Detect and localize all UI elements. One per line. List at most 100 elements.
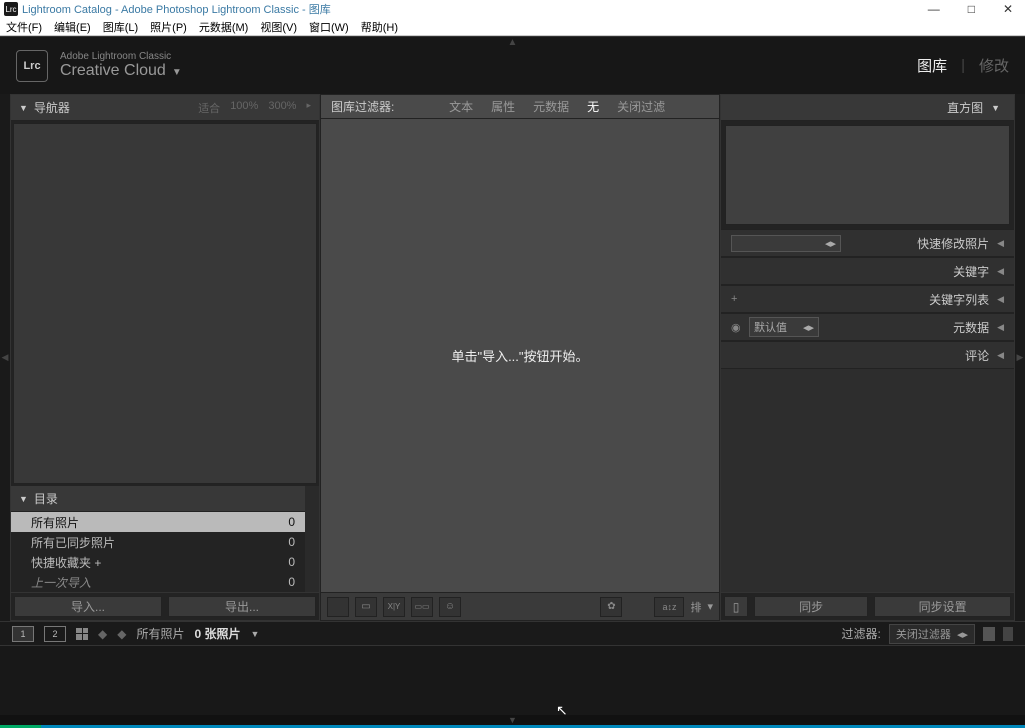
comments-label: 评论 xyxy=(731,347,989,364)
scrollbar[interactable] xyxy=(305,486,319,592)
quick-develop-header[interactable]: ◂▸ 快速修改照片 ◀ xyxy=(721,229,1014,257)
menu-bar: 文件(F) 编辑(E) 图库(L) 照片(P) 元数据(M) 视图(V) 窗口(… xyxy=(0,18,1025,36)
metadata-label: 元数据 xyxy=(819,319,989,336)
compare-view-button[interactable]: X|Y xyxy=(383,597,405,617)
zoom-fit[interactable]: 适合 xyxy=(198,100,220,116)
minimize-button[interactable]: — xyxy=(928,2,940,16)
export-button[interactable]: 导出... xyxy=(168,596,316,617)
histogram-header[interactable]: 直方图 ▼ xyxy=(721,95,1014,121)
metadata-preset-dropdown[interactable]: 默认值◂▸ xyxy=(749,317,819,337)
left-panel: ▼ 导航器 适合 100% 300% ▸ ▼ 目录 xyxy=(10,94,320,621)
menu-window[interactable]: 窗口(W) xyxy=(309,19,349,35)
window-titlebar: Lrc Lightroom Catalog - Adobe Photoshop … xyxy=(0,0,1025,18)
app-logo: Lrc xyxy=(16,50,48,82)
module-separator: | xyxy=(961,57,965,74)
zoom-300[interactable]: 300% xyxy=(268,100,296,116)
sync-settings-button[interactable]: 同步设置 xyxy=(874,596,1011,617)
quickdev-preset-dropdown[interactable]: ◂▸ xyxy=(731,235,841,252)
sort-direction-button[interactable]: a↕z xyxy=(654,597,684,617)
catalog-item-lastimport[interactable]: 上一次导入 0 xyxy=(11,572,305,592)
eye-icon[interactable]: ◉ xyxy=(731,321,745,334)
plus-icon[interactable]: + xyxy=(731,293,745,305)
right-panel-handle[interactable]: ▶ xyxy=(1015,94,1025,621)
left-panel-handle[interactable]: ◀ xyxy=(0,94,10,621)
grid-icon[interactable] xyxy=(76,628,88,640)
nav-back-button[interactable]: ◆ xyxy=(98,627,107,641)
grid-view-button[interactable] xyxy=(327,597,349,617)
navigator-header[interactable]: ▼ 导航器 适合 100% 300% ▸ xyxy=(11,95,319,121)
catalog-item-quick[interactable]: 快捷收藏夹 + 0 xyxy=(11,552,305,572)
brand-line2[interactable]: Creative Cloud▼ xyxy=(60,62,182,80)
histogram-title: 直方图 xyxy=(729,99,983,116)
catalog-item-label: 快捷收藏夹 + xyxy=(21,554,275,571)
collapse-top-icon[interactable]: ▲ xyxy=(508,37,518,48)
menu-metadata[interactable]: 元数据(M) xyxy=(199,19,249,35)
catalog-item-count: 0 xyxy=(275,575,295,589)
filter-text[interactable]: 文本 xyxy=(449,98,473,115)
chevron-icon[interactable]: ▸ xyxy=(306,100,311,116)
collapse-icon: ▼ xyxy=(991,103,1000,113)
collapse-icon: ◀ xyxy=(997,266,1004,277)
import-button[interactable]: 导入... xyxy=(14,596,162,617)
catalog-header[interactable]: ▼ 目录 xyxy=(11,486,305,512)
breadcrumb-source[interactable]: 所有照片 xyxy=(136,625,184,642)
grid-view-empty: 单击"导入..."按钮开始。 xyxy=(321,119,719,592)
catalog-item-count: 0 xyxy=(275,515,295,529)
module-develop[interactable]: 修改 xyxy=(979,55,1009,76)
second-window-button[interactable]: 2 xyxy=(44,626,66,642)
filter-preset-dropdown[interactable]: 关闭过滤器 ◂▸ xyxy=(889,624,975,644)
filmstrip-toggle[interactable] xyxy=(1003,627,1013,641)
app-icon: Lrc xyxy=(4,2,18,16)
navigator-title: 导航器 xyxy=(34,99,198,116)
keywords-header[interactable]: 关键字 ◀ xyxy=(721,257,1014,285)
chevron-down-icon: ▼ xyxy=(172,67,182,78)
filmstrip[interactable] xyxy=(0,645,1025,715)
breadcrumb-dropdown-icon[interactable]: ▼ xyxy=(251,629,260,639)
navigator-preview xyxy=(13,123,317,484)
survey-view-button[interactable]: ▭▭ xyxy=(411,597,433,617)
catalog-item-label: 上一次导入 xyxy=(21,574,275,591)
catalog-list: 所有照片 0 所有已同步照片 0 快捷收藏夹 + 0 上一次导入 xyxy=(11,512,305,592)
menu-file[interactable]: 文件(F) xyxy=(6,19,42,35)
sort-dropdown-icon[interactable]: ▾ xyxy=(707,600,713,613)
menu-help[interactable]: 帮助(H) xyxy=(361,19,398,35)
brand-line1: Adobe Lightroom Classic xyxy=(60,51,182,62)
identity-bar: ▲ Lrc Adobe Lightroom Classic Creative C… xyxy=(0,36,1025,94)
catalog-item-all-photos[interactable]: 所有照片 0 xyxy=(11,512,305,532)
photo-count: 0 张照片 xyxy=(194,625,240,642)
loupe-view-button[interactable]: ▭ xyxy=(355,597,377,617)
right-panel: 直方图 ▼ ◂▸ 快速修改照片 ◀ 关键字 ◀ + 关键字列表 ◀ ◉ 默认值◂… xyxy=(720,94,1015,621)
sort-label[interactable]: 排 xyxy=(690,599,701,615)
people-view-button[interactable]: ☺ xyxy=(439,597,461,617)
main-window-button[interactable]: 1 xyxy=(12,626,34,642)
sync-lock-button[interactable]: ▯ xyxy=(724,596,748,617)
painter-tool-button[interactable]: ✿ xyxy=(600,597,622,617)
comments-header[interactable]: 评论 ◀ xyxy=(721,341,1014,369)
nav-forward-button[interactable]: ◆ xyxy=(117,627,126,641)
keyword-list-header[interactable]: + 关键字列表 ◀ xyxy=(721,285,1014,313)
collapse-bottom-icon[interactable]: ▼ xyxy=(0,715,1025,725)
module-library[interactable]: 图库 xyxy=(917,55,947,76)
filter-metadata[interactable]: 元数据 xyxy=(533,98,569,115)
menu-view[interactable]: 视图(V) xyxy=(260,19,297,35)
menu-photo[interactable]: 照片(P) xyxy=(150,19,187,35)
filter-none[interactable]: 无 xyxy=(587,98,599,115)
right-panel-fill xyxy=(721,369,1014,592)
menu-library[interactable]: 图库(L) xyxy=(103,19,138,35)
metadata-header[interactable]: ◉ 默认值◂▸ 元数据 ◀ xyxy=(721,313,1014,341)
filter-lock-icon[interactable] xyxy=(983,627,995,641)
library-filter-bar: 图库过滤器: 文本 属性 元数据 无 关闭过滤 xyxy=(321,95,719,119)
zoom-100[interactable]: 100% xyxy=(230,100,258,116)
filter-attribute[interactable]: 属性 xyxy=(491,98,515,115)
collapse-icon: ▼ xyxy=(19,103,28,113)
filter-close[interactable]: 关闭过滤 xyxy=(617,98,665,115)
sync-button[interactable]: 同步 xyxy=(754,596,868,617)
collapse-icon: ◀ xyxy=(997,322,1004,333)
collapse-icon: ◀ xyxy=(997,294,1004,305)
menu-edit[interactable]: 编辑(E) xyxy=(54,19,91,35)
close-button[interactable]: ✕ xyxy=(1003,2,1013,16)
center-area: 图库过滤器: 文本 属性 元数据 无 关闭过滤 单击"导入..."按钮开始。 ▭… xyxy=(320,94,720,621)
catalog-item-synced[interactable]: 所有已同步照片 0 xyxy=(11,532,305,552)
maximize-button[interactable]: □ xyxy=(968,2,975,16)
catalog-item-count: 0 xyxy=(275,535,295,549)
